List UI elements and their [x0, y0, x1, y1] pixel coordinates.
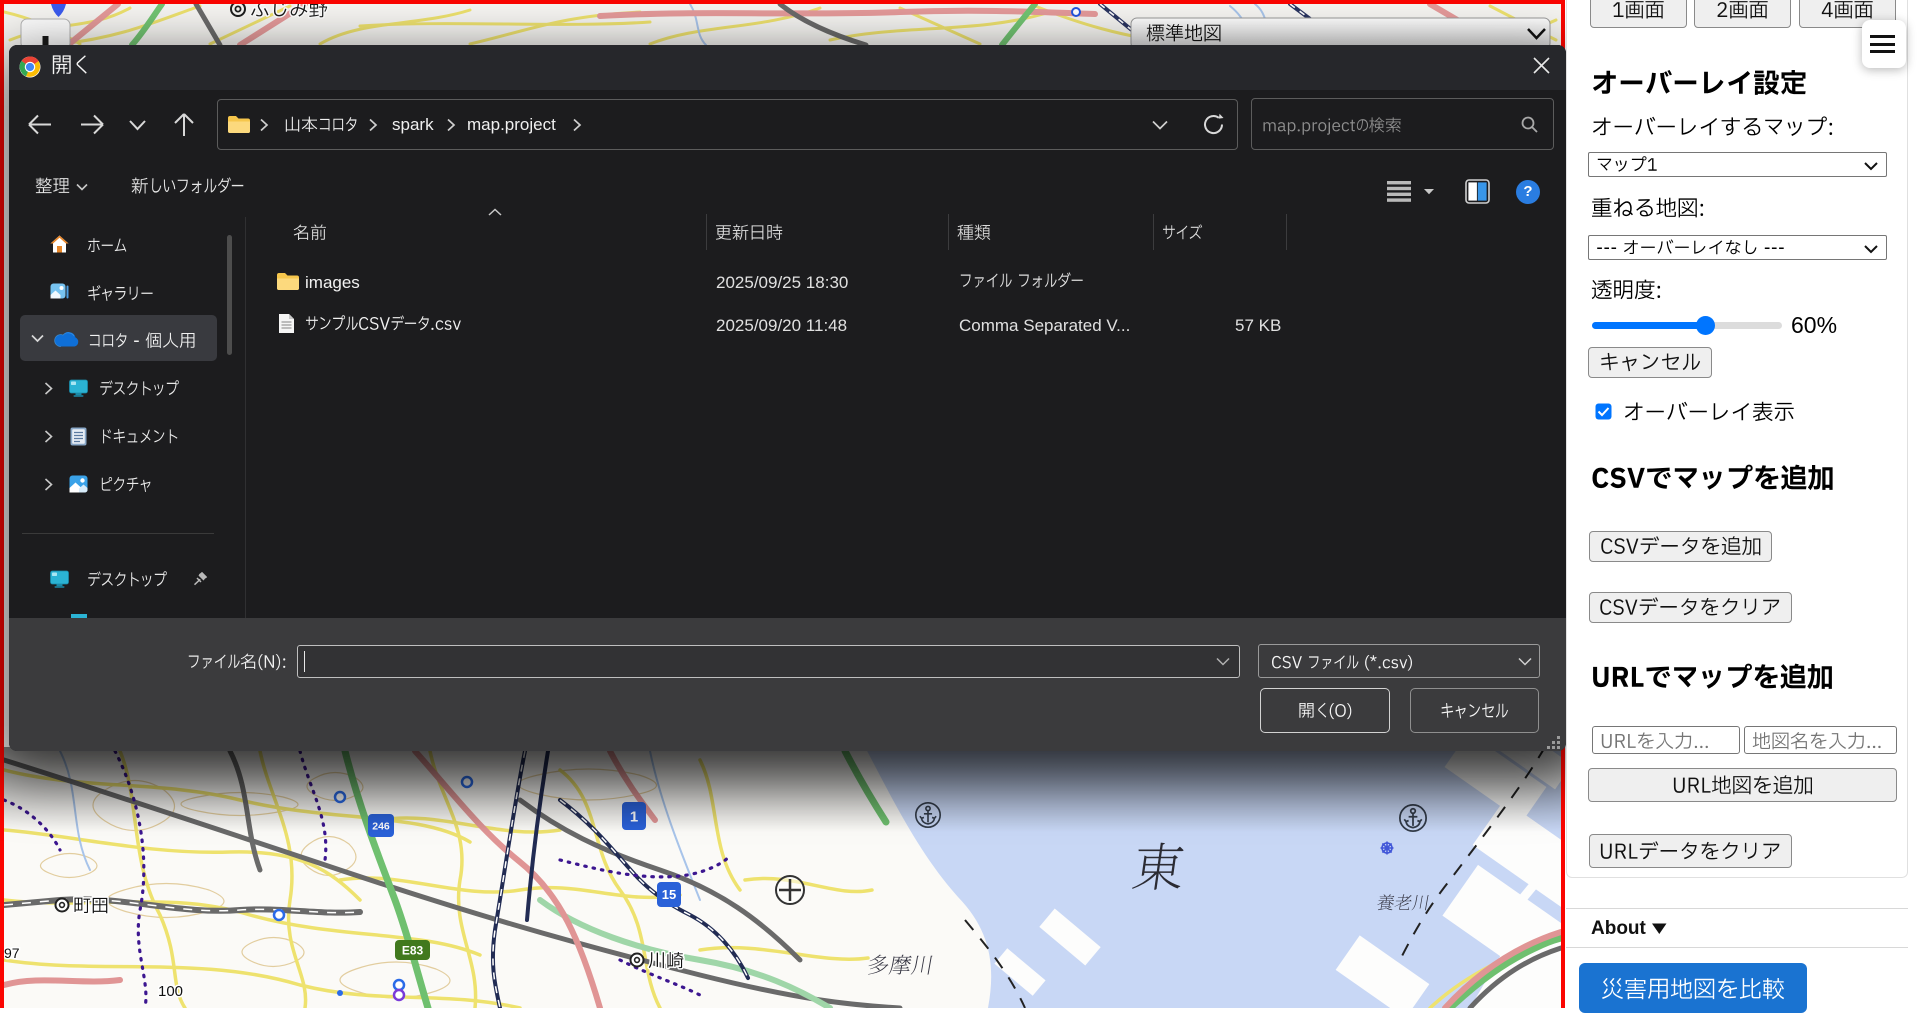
svg-text:E83: E83	[402, 943, 424, 957]
svg-text:100: 100	[158, 983, 183, 1000]
svg-text:97: 97	[4, 945, 20, 961]
svg-text:15: 15	[662, 887, 676, 902]
